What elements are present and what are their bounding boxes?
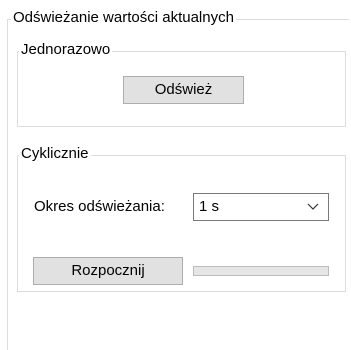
- refresh-period-value: 1 s: [199, 198, 220, 215]
- refresh-period-label: Okres odświeżania:: [34, 198, 165, 215]
- refresh-button[interactable]: Odśwież: [123, 76, 244, 104]
- cyclic-refresh-groupbox-title: Cyklicznie: [19, 145, 91, 163]
- single-refresh-groupbox-title: Jednorazowo: [19, 41, 113, 59]
- refresh-period-select[interactable]: 1 s: [193, 193, 329, 221]
- outer-groupbox-title: Odświeżanie wartości aktualnych: [11, 9, 236, 27]
- start-cycle-button[interactable]: Rozpocznij: [33, 257, 183, 285]
- refresh-progress-bar: [193, 266, 329, 276]
- chevron-down-icon: [307, 203, 319, 210]
